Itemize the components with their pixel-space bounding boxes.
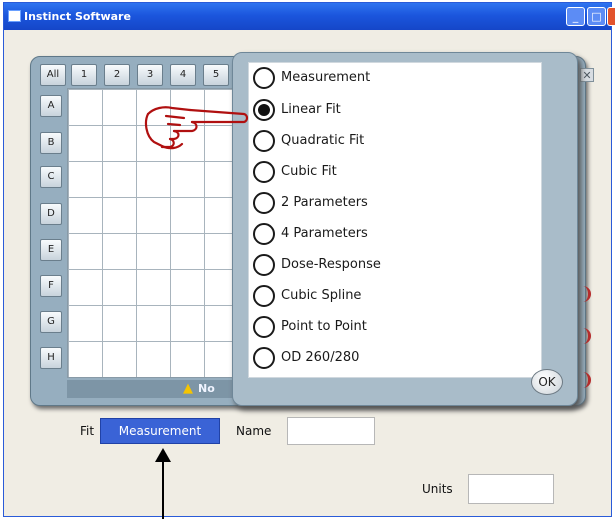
window-title: Instinct Software (24, 10, 131, 23)
name-input[interactable] (287, 417, 375, 445)
option-label: Linear Fit (281, 102, 341, 117)
units-input[interactable] (468, 474, 554, 504)
option-label: OD 260/280 (281, 350, 360, 365)
option-label: Cubic Spline (281, 288, 362, 303)
radio-button[interactable] (253, 161, 275, 183)
radio-button[interactable] (253, 223, 275, 245)
title-bar[interactable]: Instinct Software _ □ (4, 3, 615, 30)
minimize-button[interactable]: _ (566, 7, 585, 26)
warning-icon: ▲ (183, 381, 193, 396)
column-header[interactable]: 4 (170, 64, 196, 86)
option-label: Dose-Response (281, 257, 381, 272)
radio-button[interactable] (253, 192, 275, 214)
column-header[interactable]: 3 (137, 64, 163, 86)
row-header[interactable]: H (40, 347, 62, 369)
fit-option-cubic-spline[interactable]: Cubic Spline (253, 282, 533, 310)
plate-status-bar (67, 380, 247, 398)
warning-text: No (198, 382, 215, 395)
radio-button[interactable] (253, 347, 275, 369)
radio-button[interactable] (253, 316, 275, 338)
fit-option-point-to-point[interactable]: Point to Point (253, 313, 533, 341)
units-label: Units (422, 482, 453, 496)
radio-button[interactable] (253, 285, 275, 307)
row-header[interactable]: B (40, 132, 62, 154)
option-label: Cubic Fit (281, 164, 337, 179)
close-window-button[interactable] (607, 7, 615, 26)
option-label: Quadratic Fit (281, 133, 365, 148)
row-header[interactable]: F (40, 275, 62, 297)
option-label: 4 Parameters (281, 226, 368, 241)
dialog-close-icon[interactable]: ✕ (580, 68, 594, 82)
app-icon (8, 10, 21, 22)
option-label: Measurement (281, 70, 371, 85)
radio-button[interactable] (253, 67, 275, 89)
radio-button-selected[interactable] (253, 99, 275, 121)
radio-button[interactable] (253, 254, 275, 276)
column-header[interactable]: 2 (104, 64, 130, 86)
fit-option-quadratic-fit[interactable]: Quadratic Fit (253, 127, 533, 155)
maximize-button[interactable]: □ (587, 7, 606, 26)
fit-option-od-260-280[interactable]: OD 260/280 (253, 344, 533, 372)
fit-option-dose-response[interactable]: Dose-Response (253, 251, 533, 279)
column-header[interactable]: 1 (71, 64, 97, 86)
fit-option-2-parameters[interactable]: 2 Parameters (253, 189, 533, 217)
column-header[interactable]: 5 (203, 64, 229, 86)
row-header[interactable]: C (40, 166, 62, 188)
option-label: Point to Point (281, 319, 367, 334)
row-header[interactable]: G (40, 311, 62, 333)
ok-button[interactable]: OK (531, 369, 563, 395)
hand-pointer-icon (144, 106, 249, 150)
row-header[interactable]: E (40, 239, 62, 261)
fit-option-measurement[interactable]: Measurement (253, 64, 533, 92)
fit-option-cubic-fit[interactable]: Cubic Fit (253, 158, 533, 186)
fit-dropdown[interactable]: Measurement (100, 418, 220, 444)
name-label: Name (236, 424, 272, 438)
arrow-up-icon (155, 448, 171, 519)
fit-option-4-parameters[interactable]: 4 Parameters (253, 220, 533, 248)
radio-button[interactable] (253, 130, 275, 152)
select-all-button[interactable]: All (40, 64, 66, 86)
row-header[interactable]: D (40, 203, 62, 225)
fit-label: Fit (80, 424, 95, 438)
fit-option-linear-fit[interactable]: Linear Fit (253, 96, 533, 124)
row-header[interactable]: A (40, 95, 62, 117)
option-label: 2 Parameters (281, 195, 368, 210)
